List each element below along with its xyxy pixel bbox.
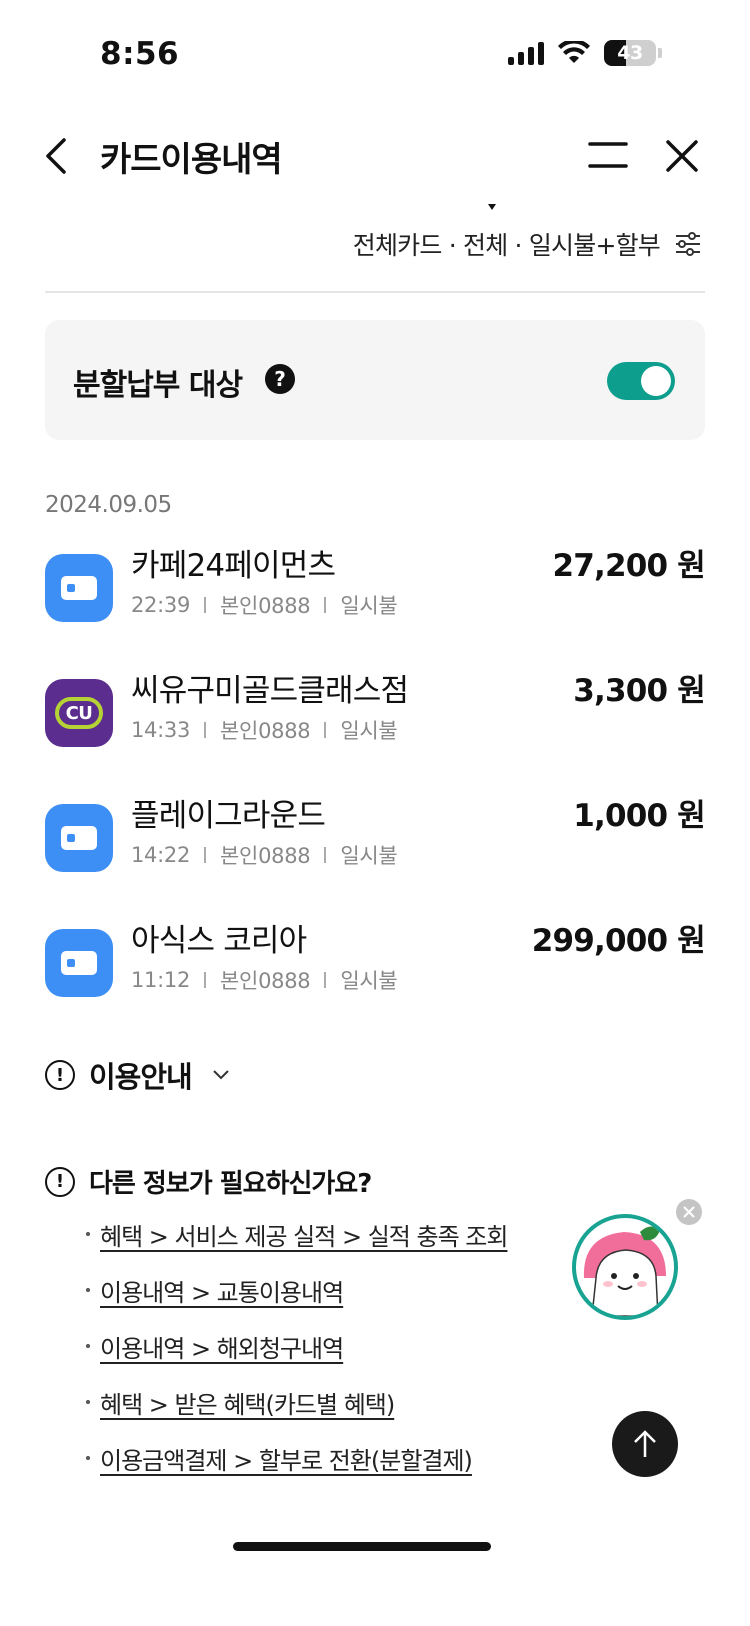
payment-type: 일시불 — [340, 594, 398, 618]
transaction-time: 14:22 — [131, 843, 191, 867]
battery-level: 43 — [617, 42, 643, 64]
transaction-meta: 14:22 본인0888 일시불 — [131, 840, 398, 870]
transaction-row[interactable]: 아식스 코리아 11:12 본인0888 일시불 299,000 원 — [45, 915, 706, 997]
battery-tip — [658, 48, 662, 58]
scroll-to-top-button[interactable] — [612, 1411, 678, 1477]
usage-guide-toggle[interactable]: ! 이용안내 — [45, 1054, 230, 1096]
transaction-row[interactable]: 카페24페이먼츠 22:39 본인0888 일시불 27,200 원 — [45, 540, 706, 622]
chevron-down-icon — [213, 1070, 229, 1080]
link-item: 혜택 > 받은 혜택(카드별 혜택) — [86, 1388, 507, 1419]
wifi-icon — [558, 41, 590, 63]
installment-label: 분할납부 대상 — [73, 368, 243, 403]
status-time: 8:56 — [100, 36, 180, 72]
card-icon — [45, 804, 113, 872]
home-indicator — [233, 1542, 491, 1551]
battery-icon: 43 — [604, 40, 656, 66]
transaction-amount: 1,000 원 — [573, 798, 706, 834]
mascot-icon — [583, 1226, 666, 1316]
transaction-meta: 11:12 본인0888 일시불 — [131, 965, 398, 995]
info-icon: ! — [45, 1166, 75, 1197]
merchant-name: 카페24페이먼츠 — [131, 548, 336, 584]
menu-icon[interactable] — [588, 140, 628, 170]
link-item: 이용금액결제 > 할부로 전환(분할결제) — [86, 1444, 507, 1475]
payment-type: 일시불 — [340, 719, 398, 743]
link-received-benefits[interactable]: 혜택 > 받은 혜택(카드별 혜택) — [100, 1385, 395, 1420]
card-owner: 본인0888 — [220, 844, 311, 868]
date-label: 2024.09.05 — [45, 492, 172, 518]
sliders-icon — [676, 232, 700, 256]
payment-type: 일시불 — [340, 969, 398, 993]
more-info-title: 다른 정보가 필요하신가요? — [89, 1169, 372, 1199]
merchant-name: 아식스 코리아 — [131, 923, 307, 959]
filter-button[interactable]: 전체카드 · 전체 · 일시불+할부 — [353, 226, 702, 262]
usage-guide-label: 이용안내 — [89, 1060, 193, 1094]
toggle-knob — [641, 366, 671, 396]
transaction-amount: 3,300 원 — [573, 673, 706, 709]
link-benefit-performance[interactable]: 혜택 > 서비스 제공 실적 > 실적 충족 조회 — [100, 1217, 508, 1252]
merchant-name: 씨유구미골드클래스점 — [131, 673, 409, 709]
back-icon[interactable] — [40, 136, 76, 176]
transaction-amount: 27,200 원 — [552, 548, 705, 584]
merchant-name: 플레이그라운드 — [131, 798, 326, 834]
link-item: 이용내역 > 해외청구내역 — [86, 1332, 507, 1363]
page-title: 카드이용내역 — [100, 140, 283, 180]
close-mascot-button[interactable] — [676, 1199, 702, 1225]
filter-summary: 전체카드 · 전체 · 일시불+할부 — [352, 231, 661, 260]
card-owner: 본인0888 — [220, 719, 311, 743]
transaction-time: 14:33 — [131, 718, 191, 742]
status-icons: 43 — [508, 40, 662, 66]
installment-toggle[interactable] — [607, 362, 675, 400]
link-item: 혜택 > 서비스 제공 실적 > 실적 충족 조회 — [86, 1220, 508, 1251]
transaction-meta: 22:39 본인0888 일시불 — [131, 590, 398, 620]
cu-logo-text: CU — [55, 697, 103, 729]
signal-icon — [508, 41, 544, 65]
transaction-row[interactable]: 플레이그라운드 14:22 본인0888 일시불 1,000 원 — [45, 790, 706, 872]
transaction-amount: 299,000 원 — [531, 923, 706, 959]
help-links: 혜택 > 서비스 제공 실적 > 실적 충족 조회 이용내역 > 교통이용내역 … — [86, 1220, 508, 1500]
mascot-chatbot-button[interactable] — [572, 1214, 678, 1320]
payment-type: 일시불 — [340, 844, 398, 868]
divider — [45, 291, 705, 293]
close-icon — [683, 1206, 695, 1218]
help-icon[interactable]: ? — [265, 364, 295, 394]
close-icon[interactable] — [664, 138, 700, 174]
transaction-time: 11:12 — [131, 968, 191, 992]
link-overseas-billing[interactable]: 이용내역 > 해외청구내역 — [100, 1329, 344, 1364]
link-item: 이용내역 > 교통이용내역 — [86, 1276, 507, 1307]
transaction-meta: 14:33 본인0888 일시불 — [131, 715, 398, 745]
card-owner: 본인0888 — [220, 969, 311, 993]
link-installment-conversion[interactable]: 이용금액결제 > 할부로 전환(분할결제) — [100, 1441, 473, 1476]
card-owner: 본인0888 — [220, 594, 311, 618]
card-icon — [45, 554, 113, 622]
info-icon: ! — [45, 1060, 75, 1090]
link-transport-history[interactable]: 이용내역 > 교통이용내역 — [100, 1273, 344, 1308]
more-info-header: ! 다른 정보가 필요하신가요? — [45, 1163, 372, 1200]
cu-logo-icon: CU — [45, 679, 113, 747]
arrow-up-icon — [634, 1430, 656, 1457]
transaction-time: 22:39 — [131, 593, 191, 617]
card-icon — [45, 929, 113, 997]
caret-down-icon — [488, 204, 496, 210]
transaction-row[interactable]: CU 씨유구미골드클래스점 14:33 본인0888 일시불 3,300 원 — [45, 665, 706, 747]
installment-panel: 분할납부 대상 ? — [45, 320, 705, 440]
